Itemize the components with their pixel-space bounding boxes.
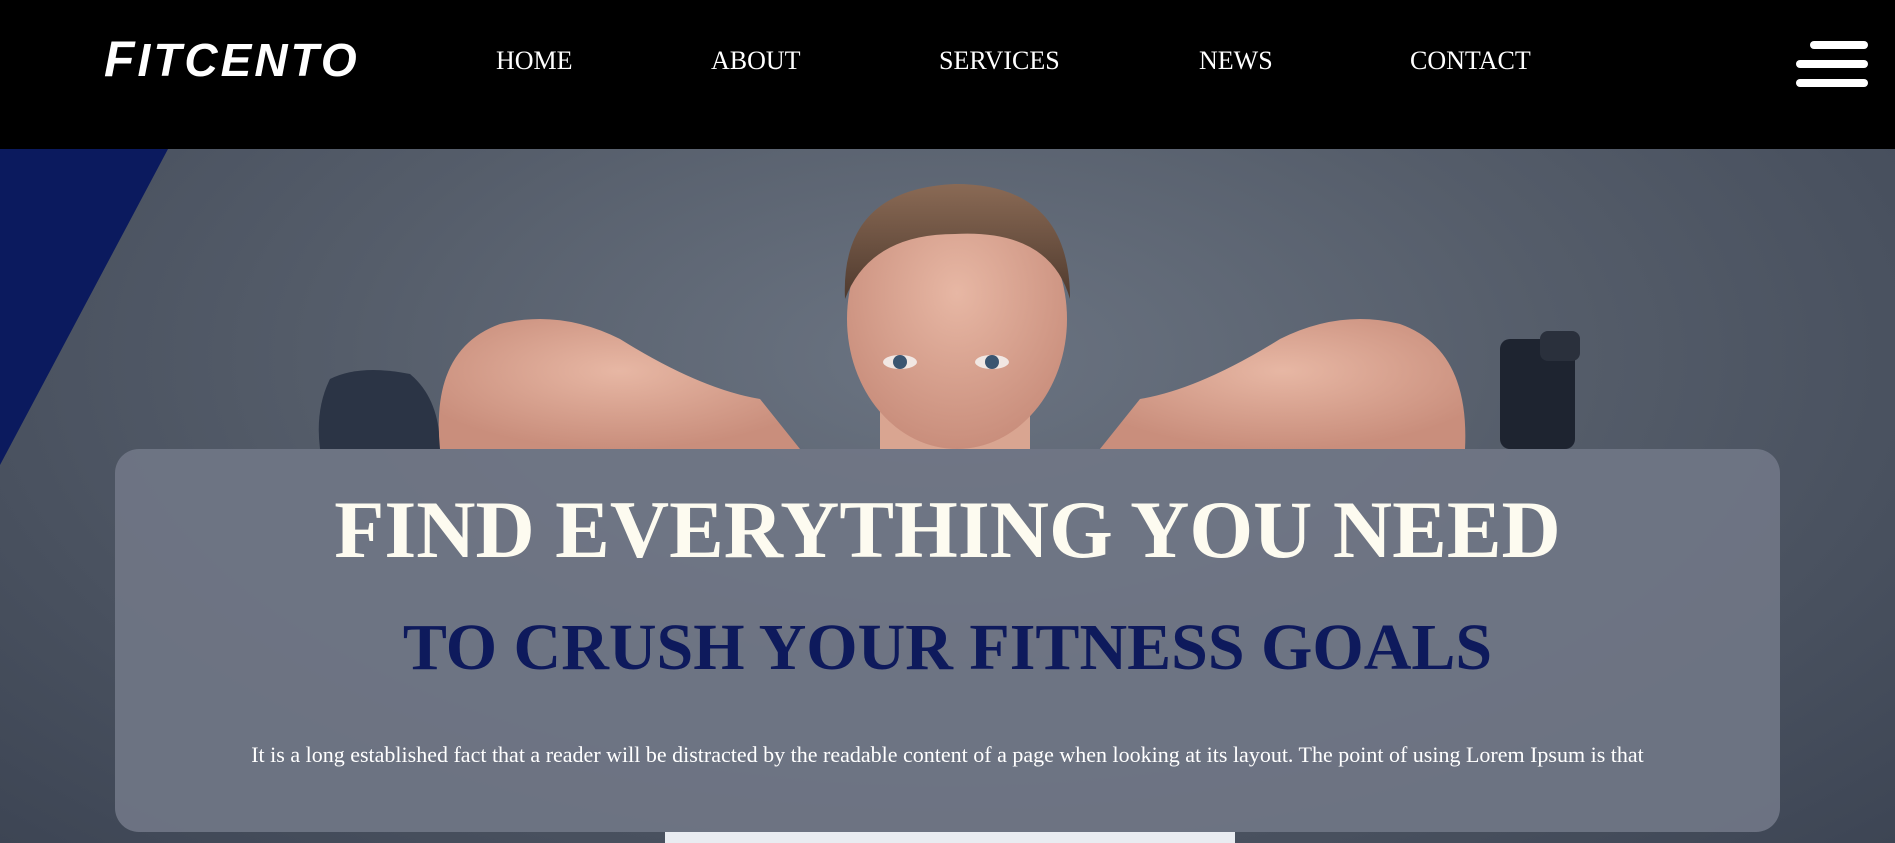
site-logo[interactable]: FITCENTO — [104, 34, 360, 86]
hero-description: It is a long established fact that a rea… — [251, 742, 1644, 767]
hero-text-card: FIND EVERYTHING YOU NEED TO CRUSH YOUR F… — [115, 449, 1780, 832]
hero-subheadline: TO CRUSH YOUR FITNESS GOALS — [402, 611, 1493, 684]
nav-home[interactable]: HOME — [496, 46, 573, 76]
navy-accent-shape — [0, 149, 168, 465]
logo-initial: F — [104, 31, 138, 87]
hamburger-menu-icon[interactable] — [1796, 41, 1868, 87]
hero-headline: FIND EVERYTHING YOU NEED — [334, 484, 1561, 575]
site-header: FITCENTO HOME ABOUT SERVICES NEWS CONTAC… — [0, 0, 1895, 149]
hero-section: FIND EVERYTHING YOU NEED TO CRUSH YOUR F… — [0, 149, 1895, 843]
nav-about[interactable]: ABOUT — [711, 46, 801, 76]
nav-contact[interactable]: CONTACT — [1410, 46, 1531, 76]
logo-text: ITCENTO — [137, 34, 360, 86]
nav-services[interactable]: SERVICES — [939, 46, 1060, 76]
nav-news[interactable]: NEWS — [1199, 46, 1273, 76]
